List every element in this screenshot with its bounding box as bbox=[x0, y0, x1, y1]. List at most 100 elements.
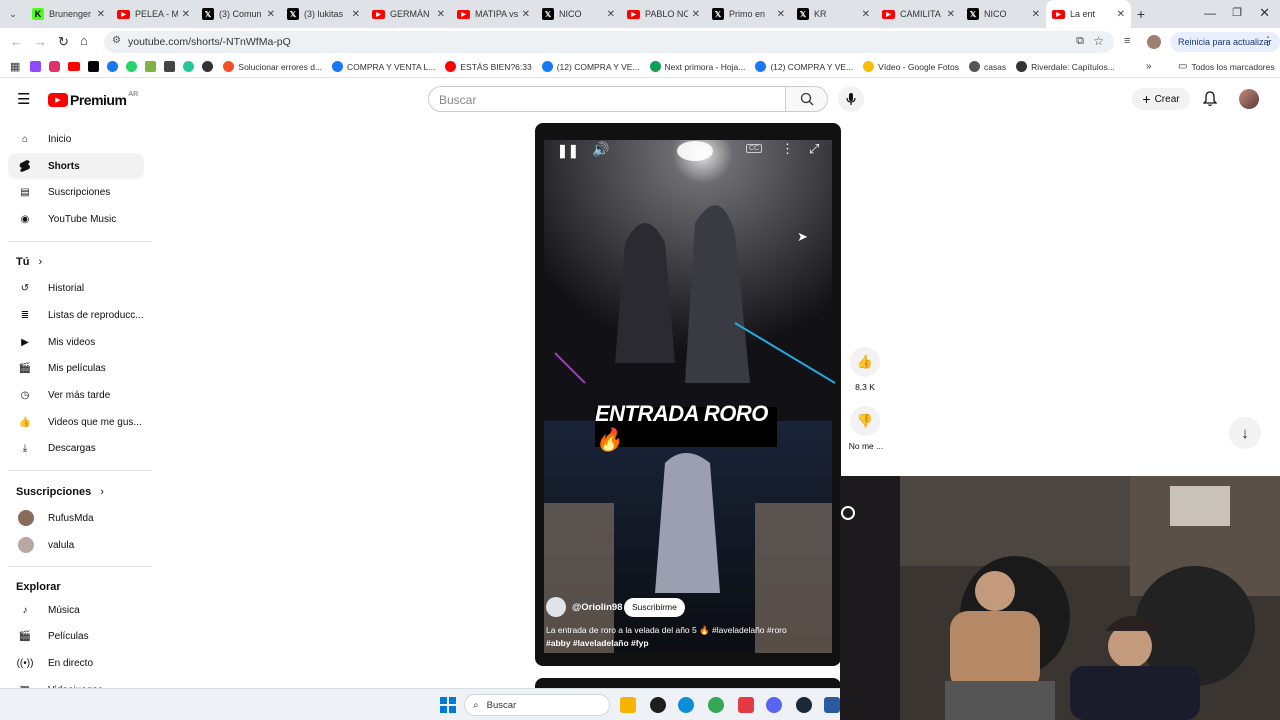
url-bar[interactable]: ⚙ youtube.com/shorts/-NTnWfMa-pQ ⧉ ☆ bbox=[104, 31, 1114, 53]
sidebar-item-shorts[interactable]: Shorts bbox=[8, 153, 144, 179]
browser-tab[interactable]: ▶ CAMILITA ✕ bbox=[876, 0, 961, 28]
sidebar-item-inicio[interactable]: ⌂ Inicio bbox=[8, 126, 144, 152]
browser-tab[interactable]: 𝕏 NICO ✕ bbox=[536, 0, 621, 28]
app-blue-icon[interactable] bbox=[824, 697, 840, 713]
voice-search-button[interactable] bbox=[838, 86, 864, 112]
twitch-icon[interactable] bbox=[30, 61, 42, 72]
browser-tab[interactable]: ▶ GERMÁN ✕ bbox=[366, 0, 451, 28]
home-icon[interactable]: ⌂ bbox=[80, 33, 88, 48]
more-options-icon[interactable]: ⋮ bbox=[781, 141, 794, 157]
discord-icon[interactable] bbox=[766, 697, 782, 713]
all-bookmarks[interactable]: ▭ Todos los marcadores bbox=[1178, 61, 1275, 72]
browser-tab[interactable]: 𝕏 (3) lukitas ✕ bbox=[281, 0, 366, 28]
forward-icon[interactable]: → bbox=[34, 34, 47, 49]
sidebar-item-suscripciones[interactable]: ▤ Suscripciones bbox=[8, 179, 144, 205]
sidebar-item-descargas[interactable]: ⤓ Descargas bbox=[8, 435, 144, 461]
bookmark-item[interactable]: Solucionar errores d... bbox=[223, 61, 322, 72]
sidebar-item-youtube-music[interactable]: ◉ YouTube Music bbox=[8, 206, 144, 232]
whatsapp-icon[interactable] bbox=[126, 61, 138, 72]
bookmark-item[interactable]: COMPRA Y VENTA L... bbox=[332, 61, 435, 72]
reading-list-icon[interactable]: ≡ bbox=[1124, 35, 1130, 47]
bookmark-item[interactable]: (12) COMPRA Y VE... bbox=[541, 61, 640, 72]
close-tab-icon[interactable]: ✕ bbox=[607, 9, 615, 20]
browser-tab[interactable]: 𝕏 NICO ✕ bbox=[961, 0, 1046, 28]
close-tab-icon[interactable]: ✕ bbox=[522, 9, 530, 20]
short-description[interactable]: La entrada de roro a la velada del año 5… bbox=[546, 624, 836, 650]
bookmark-star-icon[interactable]: ☆ bbox=[1093, 34, 1104, 48]
search-input[interactable]: Buscar bbox=[428, 86, 786, 112]
new-tab-icon[interactable]: + bbox=[1131, 6, 1151, 22]
bookmark-item[interactable]: casas bbox=[968, 61, 1006, 72]
volume-icon[interactable]: 🔊 bbox=[592, 141, 609, 158]
edge-icon[interactable] bbox=[678, 697, 694, 713]
sidebar-subs-heading[interactable]: Suscripciones › bbox=[16, 486, 104, 498]
app-red-icon[interactable] bbox=[738, 697, 754, 713]
taskbar-search[interactable]: ⌕ Buscar bbox=[464, 694, 610, 716]
pause-icon[interactable]: ❚❚ bbox=[557, 143, 579, 159]
bookmark-item[interactable]: ESTÁS BIEN?6:33 bbox=[445, 61, 532, 72]
sidebar-item-peliculas[interactable]: 🎬 Películas bbox=[8, 623, 144, 649]
close-tab-icon[interactable]: ✕ bbox=[777, 9, 785, 20]
channel-name[interactable]: @Oriolin98 bbox=[572, 602, 622, 613]
chat-icon[interactable] bbox=[183, 61, 195, 72]
bookmark-app-icon[interactable] bbox=[164, 61, 176, 72]
search-button[interactable] bbox=[786, 86, 828, 112]
hamburger-menu-icon[interactable]: ☰ bbox=[17, 90, 30, 108]
install-app-icon[interactable]: ⧉ bbox=[1076, 35, 1084, 48]
browser-tab[interactable]: 𝕏 KR ✕ bbox=[791, 0, 876, 28]
sidebar-item-ver-mas-tarde[interactable]: ◷ Ver más tarde bbox=[8, 382, 144, 408]
sheets-icon[interactable] bbox=[145, 61, 157, 72]
close-tab-icon[interactable]: ✕ bbox=[437, 9, 445, 20]
notifications-bell-icon[interactable] bbox=[1203, 91, 1217, 107]
restore-icon[interactable]: ❐ bbox=[1232, 6, 1242, 19]
instagram-icon[interactable] bbox=[49, 61, 61, 72]
browser-tab[interactable]: ▶ La ent ✕ bbox=[1046, 0, 1131, 28]
youtube-icon[interactable] bbox=[68, 62, 81, 71]
chrome-icon[interactable] bbox=[708, 697, 724, 713]
sidebar-item-mis-videos[interactable]: ▶ Mis videos bbox=[8, 329, 144, 355]
more-bookmarks-icon[interactable]: » bbox=[1146, 61, 1152, 72]
sidebar-item-mis-peliculas[interactable]: 🎬 Mis películas bbox=[8, 355, 144, 381]
menu-kebab-icon[interactable]: ⋮ bbox=[1262, 34, 1274, 48]
sidebar-item-en-directo[interactable]: ((•)) En directo bbox=[8, 650, 144, 676]
profile-avatar[interactable] bbox=[1147, 35, 1161, 49]
close-tab-icon[interactable]: ✕ bbox=[862, 9, 870, 20]
short-video-player[interactable]: ❚❚ 🔊 CC ⋮ ⤢ ENTRADA RORO🔥 @Oriolin98 Sus… bbox=[535, 123, 841, 666]
bookmark-item[interactable]: (12) COMPRA Y VE... bbox=[755, 61, 853, 72]
dislike-button[interactable]: 👎 bbox=[850, 406, 880, 436]
browser-tab[interactable]: 𝕏 Primo en ✕ bbox=[706, 0, 791, 28]
create-button[interactable]: + Crear bbox=[1132, 88, 1190, 110]
sidebar-you-heading[interactable]: Tú › bbox=[16, 256, 42, 268]
close-tab-icon[interactable]: ✕ bbox=[267, 9, 275, 20]
next-short-button[interactable]: ↓ bbox=[1229, 417, 1261, 449]
sidebar-item-liked-videos[interactable]: 👍 Videos que me gus... bbox=[8, 409, 144, 435]
site-info-icon[interactable]: ⚙ bbox=[112, 35, 121, 46]
close-tab-icon[interactable]: ✕ bbox=[1032, 9, 1040, 20]
minimize-icon[interactable]: — bbox=[1204, 6, 1216, 20]
close-window-icon[interactable]: ✕ bbox=[1259, 5, 1270, 21]
browser-tab[interactable]: 𝕏 (3) Comun ✕ bbox=[196, 0, 281, 28]
close-tab-icon[interactable]: ✕ bbox=[1117, 9, 1125, 20]
browser-tab[interactable]: K Brunenger ✕ bbox=[26, 0, 111, 28]
sidebar-sub-rufusmda[interactable]: RufusMda bbox=[8, 505, 144, 531]
browser-tab[interactable]: ▶ PELEA - M ✕ bbox=[111, 0, 196, 28]
globe-icon[interactable] bbox=[202, 61, 214, 72]
close-tab-icon[interactable]: ✕ bbox=[182, 9, 190, 20]
close-tab-icon[interactable]: ✕ bbox=[947, 9, 955, 20]
windows-start-icon[interactable] bbox=[440, 697, 456, 713]
bookmark-item[interactable]: Vídeo - Google Fotos bbox=[863, 61, 959, 72]
facebook-icon[interactable] bbox=[107, 61, 119, 72]
browser-tab[interactable]: ▶ MATIPA vs ✕ bbox=[451, 0, 536, 28]
reload-icon[interactable]: ↻ bbox=[58, 34, 69, 50]
fullscreen-icon[interactable]: ⤢ bbox=[809, 141, 819, 157]
captions-icon[interactable]: CC bbox=[746, 144, 763, 153]
file-explorer-icon[interactable] bbox=[620, 697, 636, 713]
sidebar-item-historial[interactable]: ↺ Historial bbox=[8, 275, 144, 301]
browser-tab[interactable]: ▶ PABLO NO ✕ bbox=[621, 0, 706, 28]
user-avatar[interactable] bbox=[1239, 89, 1259, 109]
sidebar-item-playlists[interactable]: ≣ Listas de reproducc... bbox=[8, 302, 144, 328]
close-tab-icon[interactable]: ✕ bbox=[692, 9, 700, 20]
bookmark-item[interactable]: Next primora - Hoja... bbox=[649, 61, 745, 72]
tab-search-icon[interactable]: ⌄ bbox=[0, 0, 26, 28]
back-icon[interactable]: ← bbox=[10, 34, 23, 49]
